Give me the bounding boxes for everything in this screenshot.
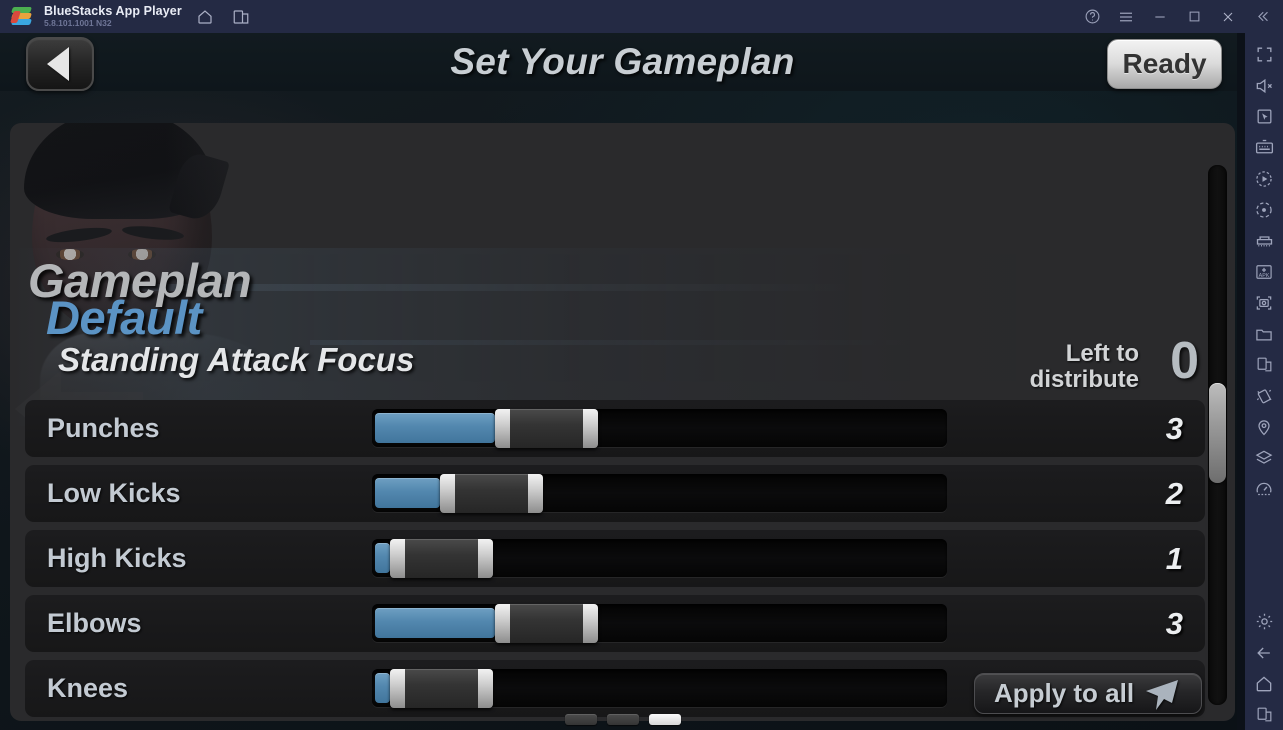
slider-fill: [375, 608, 495, 638]
home-icon[interactable]: [1247, 668, 1281, 699]
slider-thumb[interactable]: [495, 409, 598, 448]
fighter-portrait: [10, 123, 310, 453]
fullscreen-icon[interactable]: [1247, 39, 1281, 70]
row-value: 2: [1165, 475, 1183, 511]
layers-icon[interactable]: [1247, 442, 1281, 473]
slider-fill: [375, 673, 390, 703]
back-triangle-icon: [47, 47, 69, 81]
page-title: Set Your Gameplan: [450, 41, 795, 82]
row-slider[interactable]: [372, 669, 947, 708]
titlebar-nav-icons: [196, 8, 250, 26]
sidebar-edge: [1237, 33, 1245, 730]
media-folder-icon[interactable]: [1247, 318, 1281, 349]
cursor-icon[interactable]: [1247, 101, 1281, 132]
gameplan-heading: Gameplan: [28, 254, 252, 307]
attack-focus-row: Elbows 3: [25, 595, 1205, 652]
title-bar: BlueStacks App Player 5.8.101.1001 N32: [0, 0, 1283, 33]
shake-icon[interactable]: [1247, 380, 1281, 411]
bluestacks-sidebar: APK: [1245, 33, 1283, 730]
performance-icon[interactable]: [1247, 473, 1281, 504]
game-header: Set Your Gameplan Ready: [0, 33, 1245, 91]
apply-to-all-button[interactable]: Apply to all: [974, 673, 1202, 714]
back-button[interactable]: [26, 37, 94, 91]
menu-icon[interactable]: [1109, 0, 1143, 33]
record-icon[interactable]: [1247, 194, 1281, 225]
left-to-distribute-value: 0: [1170, 332, 1199, 390]
row-value: 3: [1165, 605, 1183, 641]
row-label: High Kicks: [47, 543, 187, 573]
page-indicator-dot[interactable]: [648, 714, 681, 725]
page-indicator-dot[interactable]: [606, 714, 639, 725]
gameplan-subtitle: Standing Attack Focus: [58, 341, 415, 378]
gameplan-preset-name: Default: [46, 291, 202, 344]
multi-instance-icon[interactable]: [232, 8, 250, 26]
svg-text:APK: APK: [1259, 273, 1270, 279]
left-to-distribute-label: Left to distribute: [909, 341, 1139, 393]
settings-icon[interactable]: [1247, 606, 1281, 637]
row-label: Elbows: [47, 608, 142, 638]
gamepad-icon[interactable]: [1247, 225, 1281, 256]
page-indicator-dot[interactable]: [564, 714, 597, 725]
game-viewport: Set Your Gameplan Ready Gameplan Default…: [0, 33, 1245, 730]
row-slider[interactable]: [372, 474, 947, 513]
apply-to-all-label: Apply to all: [993, 678, 1135, 708]
row-slider[interactable]: [372, 409, 947, 448]
row-slider[interactable]: [372, 604, 947, 643]
attack-focus-row: Punches 3: [25, 400, 1205, 457]
attack-focus-row: High Kicks 1: [25, 530, 1205, 587]
minimize-icon[interactable]: [1143, 0, 1177, 33]
location-icon[interactable]: [1247, 411, 1281, 442]
ready-button[interactable]: Ready: [1107, 39, 1222, 89]
screenshot-icon[interactable]: [1247, 287, 1281, 318]
slider-thumb[interactable]: [440, 474, 543, 513]
app-name: BlueStacks App Player: [44, 3, 182, 18]
home-icon[interactable]: [196, 8, 214, 26]
close-icon[interactable]: [1211, 0, 1245, 33]
attack-focus-row: Low Kicks 2: [25, 465, 1205, 522]
maximize-icon[interactable]: [1177, 0, 1211, 33]
slider-fill: [375, 543, 390, 573]
recents-icon[interactable]: [1247, 699, 1281, 730]
left-to-distribute-line2: distribute: [1029, 365, 1139, 393]
back-icon[interactable]: [1247, 637, 1281, 668]
panel-scrollbar[interactable]: [1208, 165, 1227, 705]
slider-thumb[interactable]: [390, 669, 493, 708]
window-controls: [1075, 0, 1283, 33]
app-title-block: BlueStacks App Player 5.8.101.1001 N32: [44, 3, 182, 29]
macro-icon[interactable]: [1247, 163, 1281, 194]
row-label: Low Kicks: [47, 478, 181, 508]
slider-thumb[interactable]: [495, 604, 598, 643]
row-value: 1: [1165, 540, 1183, 576]
gameplan-panel: Gameplan Default Standing Attack Focus L…: [10, 123, 1235, 721]
cursor-pointer-icon: [1146, 679, 1179, 710]
slider-fill: [375, 413, 495, 443]
row-value: 3: [1165, 410, 1183, 446]
bluestacks-logo-icon: [10, 6, 34, 28]
help-icon[interactable]: [1075, 0, 1109, 33]
app-version: 5.8.101.1001 N32: [44, 18, 112, 29]
panel-scrollbar-thumb[interactable]: [1209, 383, 1226, 483]
slider-thumb[interactable]: [390, 539, 493, 578]
keyboard-controls-icon[interactable]: [1247, 132, 1281, 163]
apk-install-icon[interactable]: APK: [1247, 256, 1281, 287]
left-to-distribute-line1: Left to: [1065, 340, 1139, 367]
multi-instance-icon[interactable]: [1247, 349, 1281, 380]
row-label: Punches: [47, 413, 160, 443]
slider-fill: [375, 478, 440, 508]
bluestacks-window: BlueStacks App Player 5.8.101.1001 N32 S…: [0, 0, 1283, 730]
mute-icon[interactable]: [1247, 70, 1281, 101]
row-slider[interactable]: [372, 539, 947, 578]
row-label: Knees: [47, 673, 129, 703]
collapse-icon[interactable]: [1245, 0, 1279, 33]
